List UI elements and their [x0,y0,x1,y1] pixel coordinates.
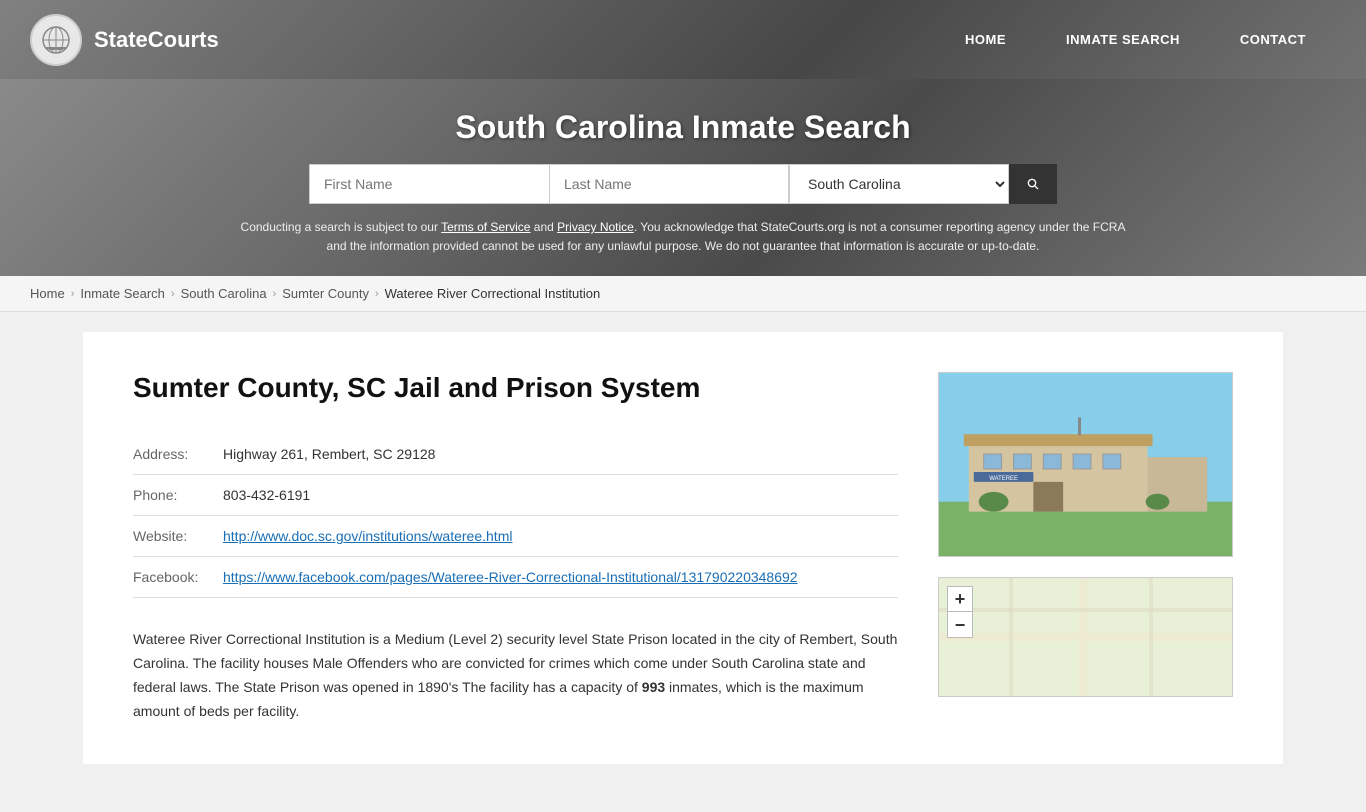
map-zoom-out-button[interactable]: − [947,612,973,638]
website-label: Website: [133,516,223,557]
hero-section: South Carolina Inmate Search Select Stat… [0,79,1366,276]
map-svg [939,578,1233,697]
map-background [939,578,1232,696]
content-right: WATEREE [938,372,1233,723]
last-name-input[interactable] [549,164,789,204]
search-icon [1027,175,1039,193]
breadcrumb-home[interactable]: Home [30,286,65,301]
logo-text: StateCourts [94,27,219,53]
facility-description: Wateree River Correctional Institution i… [133,628,898,723]
breadcrumb-sep-3: › [273,288,277,300]
map-zoom-in-button[interactable]: + [947,586,973,612]
address-label: Address: [133,434,223,475]
website-link[interactable]: http://www.doc.sc.gov/institutions/water… [223,528,512,544]
header: StateCourts HOME INMATE SEARCH CONTACT [0,0,1366,79]
breadcrumb-state[interactable]: South Carolina [181,286,267,301]
content-card: Sumter County, SC Jail and Prison System… [83,332,1283,763]
state-select[interactable]: Select State Alabama Alaska Arizona Arka… [789,164,1009,204]
first-name-input[interactable] [309,164,549,204]
privacy-link[interactable]: Privacy Notice [557,220,634,234]
breadcrumb: Home › Inmate Search › South Carolina › … [0,276,1366,312]
breadcrumb-county[interactable]: Sumter County [282,286,369,301]
hero-title: South Carolina Inmate Search [20,109,1346,146]
content-left: Sumter County, SC Jail and Prison System… [133,372,898,723]
website-value: http://www.doc.sc.gov/institutions/water… [223,516,898,557]
breadcrumb-sep-1: › [71,288,75,300]
map-widget: + − [938,577,1233,697]
terms-link[interactable]: Terms of Service [441,220,530,234]
map-controls: + − [947,586,973,638]
nav-home[interactable]: HOME [935,4,1036,75]
disclaimer-text: Conducting a search is subject to our Te… [233,218,1133,256]
facebook-value: https://www.facebook.com/pages/Wateree-R… [223,557,898,598]
facebook-label: Facebook: [133,557,223,598]
nav-inmate-search[interactable]: INMATE SEARCH [1036,4,1210,75]
address-value: Highway 261, Rembert, SC 29128 [223,434,898,475]
facility-image-svg: WATEREE [939,372,1232,557]
breadcrumb-sep-2: › [171,288,175,300]
nav-contact[interactable]: CONTACT [1210,4,1336,75]
svg-text:WATEREE: WATEREE [989,476,1018,482]
capacity-value: 993 [642,679,665,695]
main-content: Sumter County, SC Jail and Prison System… [0,312,1366,812]
facility-image: WATEREE [938,372,1233,557]
logo-area: StateCourts [30,14,219,66]
facility-info-table: Address: Highway 261, Rembert, SC 29128 … [133,434,898,598]
facebook-link[interactable]: https://www.facebook.com/pages/Wateree-R… [223,569,798,585]
website-row: Website: http://www.doc.sc.gov/instituti… [133,516,898,557]
phone-value: 803-432-6191 [223,475,898,516]
facility-title: Sumter County, SC Jail and Prison System [133,372,898,404]
breadcrumb-current: Wateree River Correctional Institution [385,286,601,301]
facebook-row: Facebook: https://www.facebook.com/pages… [133,557,898,598]
phone-label: Phone: [133,475,223,516]
logo-icon [30,14,82,66]
phone-row: Phone: 803-432-6191 [133,475,898,516]
search-button[interactable] [1009,164,1057,204]
breadcrumb-sep-4: › [375,288,379,300]
search-bar: Select State Alabama Alaska Arizona Arka… [20,164,1346,204]
breadcrumb-inmate-search[interactable]: Inmate Search [80,286,165,301]
address-row: Address: Highway 261, Rembert, SC 29128 [133,434,898,475]
main-nav: HOME INMATE SEARCH CONTACT [935,4,1336,75]
